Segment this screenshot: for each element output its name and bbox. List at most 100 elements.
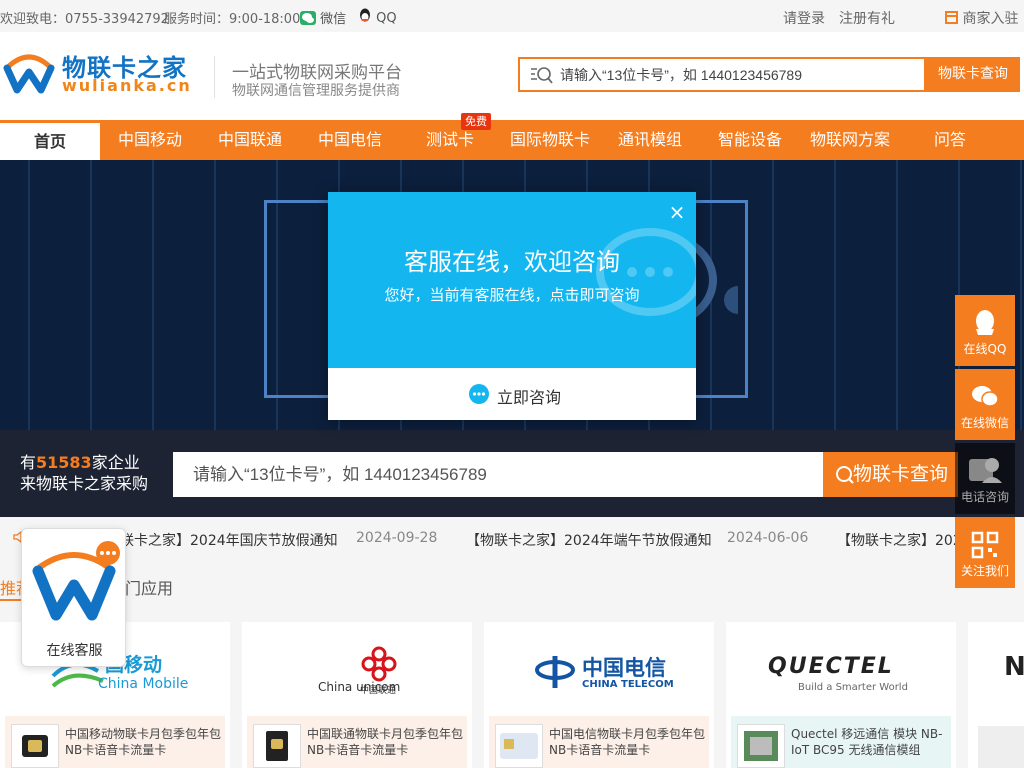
product-item[interactable]: 中国联通物联卡月包季包年包NB卡语音卡流量卡 [247,716,467,768]
phone-consult-icon [969,458,1002,483]
modal-subtitle: 您好，当前有客服在线，点击即可咨询 [384,286,640,304]
product-title: 中国移动物联卡月包季包年包NB卡语音卡流量卡 [65,727,222,757]
nav-item-international[interactable]: 国际物联卡 [500,120,600,160]
product-card-quectel[interactable]: QUECTEL Build a Smarter World Quectel 移远… [726,622,956,768]
china-unicom-logo: China unicom 中国联通 [242,634,472,704]
enterprise-line2: 来物联卡之家采购 [20,474,149,493]
consult-now-button[interactable]: 立即咨询 [328,368,696,420]
nav-item-home[interactable]: 首页 [0,123,100,160]
quectel-logo-text: QUECTEL [768,654,894,679]
service-hours-text: 服务时间：9:00-18:00 [164,12,301,27]
header-search-box [518,57,926,92]
china-telecom-logo: 中国电信 CHINA TELECOM [484,634,714,704]
notice-title-1[interactable]: 联卡之家】2024年国庆节放假通知 [120,530,338,550]
register-link[interactable]: 注册有礼 [839,8,895,28]
modal-title: 客服在线，欢迎咨询 [404,248,620,276]
online-qq-button[interactable]: 在线QQ [955,295,1015,366]
partial-card-logo: N [1004,652,1024,682]
online-qq-label: 在线QQ [963,342,1007,356]
slogan-sub: 物联网通信管理服务提供商 [232,83,400,99]
modal-header: × 客服在线，欢迎咨询 您好，当前有客服在线，点击即可咨询 [328,192,696,368]
store-icon [945,11,958,24]
modal-footer: 立即咨询 [328,368,696,420]
product-thumbnail [11,724,59,768]
product-card-china-telecom[interactable]: 中国电信 CHINA TELECOM 中国电信物联卡月包季包年包NB卡语音卡流量… [484,622,714,768]
notice-date-2: 2024-06-06 [727,530,809,546]
enterprise-count-text: 有51583家企业 来物联卡之家采购 [20,452,148,494]
online-wechat-button[interactable]: 在线微信 [955,369,1015,440]
product-item[interactable]: Quectel 移远通信 模块 NB-IoT BC95 无线通信模组 [731,716,951,768]
wechat-icon [300,11,316,25]
china-telecom-logo-icon [535,656,575,688]
online-wechat-label: 在线微信 [960,416,1009,430]
card-query-label: 物联卡查询 [852,463,948,485]
quectel-logo: QUECTEL Build a Smarter World [726,634,956,704]
wechat-link[interactable]: 微信 [300,8,346,27]
product-title: 中国电信物联卡月包季包年包NB卡语音卡流量卡 [549,727,706,757]
chat-bubble-icon [469,384,489,404]
merchant-link[interactable]: 商家入驻 [945,8,1018,28]
logo-text-en[interactable]: wulianka.cn [62,76,192,95]
product-item[interactable]: 中国移动物联卡月包季包年包NB卡语音卡流量卡 [5,716,225,768]
logo-divider [214,56,215,98]
quectel-logo-tagline: Build a Smarter World [798,682,908,693]
enterprise-suffix: 家企业 [91,453,140,472]
product-title: Quectel 移远通信 模块 NB-IoT BC95 无线通信模组 [791,727,943,757]
qq-penguin-icon [360,8,370,22]
header-search-button[interactable]: 物联卡查询 [926,57,1020,92]
phone-consult-label: 电话咨询 [960,490,1009,504]
right-float-panel: 在线QQ 在线微信 电话咨询 关注我们 [955,295,1015,591]
product-thumbnail [495,724,543,768]
nav-item-china-telecom[interactable]: 中国电信 [300,120,400,160]
product-thumbnail [978,726,1024,768]
notice-ticker: 联卡之家】2024年国庆节放假通知 2024-09-28 【物联卡之家】2024… [0,517,1024,559]
china-unicom-logo-icon [361,646,397,682]
product-card-china-unicom[interactable]: China unicom 中国联通 中国联通物联卡月包季包年包NB卡语音卡流量卡 [242,622,472,768]
wechat-icon [972,386,999,407]
notice-title-3[interactable]: 【物联卡之家】202 [837,530,962,550]
qr-code-icon [971,531,999,559]
hotline-text: 欢迎致电：0755-33942792 [0,12,169,27]
notice-title-2[interactable]: 【物联卡之家】2024年端午节放假通知 [466,530,712,550]
enterprise-count: 51583 [36,453,92,472]
nav-item-modules[interactable]: 通讯模组 [600,120,700,160]
product-thumbnail [737,724,785,768]
china-telecom-logo-cn: 中国电信 [582,656,666,680]
follow-us-button[interactable]: 关注我们 [955,517,1015,588]
enterprise-prefix: 有 [20,453,37,472]
card-query-button[interactable]: 物联卡查询 [823,452,958,497]
notice-date-1: 2024-09-28 [356,530,438,546]
service-logo-icon [32,541,120,621]
close-icon[interactable]: × [667,202,687,222]
product-item[interactable]: 中国电信物联卡月包季包年包NB卡语音卡流量卡 [489,716,709,768]
free-badge: 免费 [461,113,491,130]
card-number-input[interactable] [173,452,823,497]
online-service-widget[interactable]: 在线客服 [21,528,126,667]
card-query-bar: 有51583家企业 来物联卡之家采购 物联卡查询 [0,430,1024,517]
product-thumbnail [253,724,301,768]
top-bar: 欢迎致电：0755-33942792 服务时间：9:00-18:00 微信 QQ… [0,0,1024,32]
nav-item-solutions[interactable]: 物联网方案 [800,120,900,160]
follow-us-label: 关注我们 [960,564,1009,578]
product-title: 中国联通物联卡月包季包年包NB卡语音卡流量卡 [307,727,464,757]
product-cards: 国移动 China Mobile 中国移动物联卡月包季包年包NB卡语音卡流量卡 … [0,622,1024,768]
nav-item-qa[interactable]: 问答 [900,120,1000,160]
qq-link[interactable]: QQ [358,8,397,26]
tab-hot-apps[interactable]: 门应用 [125,575,173,599]
header-search-input[interactable] [560,59,920,90]
site-header: 物联卡之家 wulianka.cn 一站式物联网采购平台 物联网通信管理服务提供… [0,32,1024,120]
nav-item-devices[interactable]: 智能设备 [700,120,800,160]
wulianka-logo-icon[interactable] [3,46,55,94]
search-icon [836,466,854,484]
china-unicom-logo-cn: 中国联通 [360,686,397,696]
login-link[interactable]: 请登录 [783,8,825,28]
main-nav: 首页 中国移动 中国联通 中国电信 测试卡 国际物联卡 通讯模组 智能设备 物联… [0,120,1024,160]
service-chat-modal: × 客服在线，欢迎咨询 您好，当前有客服在线，点击即可咨询 立即咨询 [328,192,696,420]
merchant-label: 商家入驻 [962,11,1019,27]
nav-item-china-mobile[interactable]: 中国移动 [100,120,200,160]
search-icon [531,67,553,84]
phone-consult-button[interactable]: 电话咨询 [955,443,1015,514]
china-telecom-logo-en: CHINA TELECOM [582,679,674,690]
product-card-partial[interactable]: N [968,622,1024,768]
nav-item-china-unicom[interactable]: 中国联通 [200,120,300,160]
